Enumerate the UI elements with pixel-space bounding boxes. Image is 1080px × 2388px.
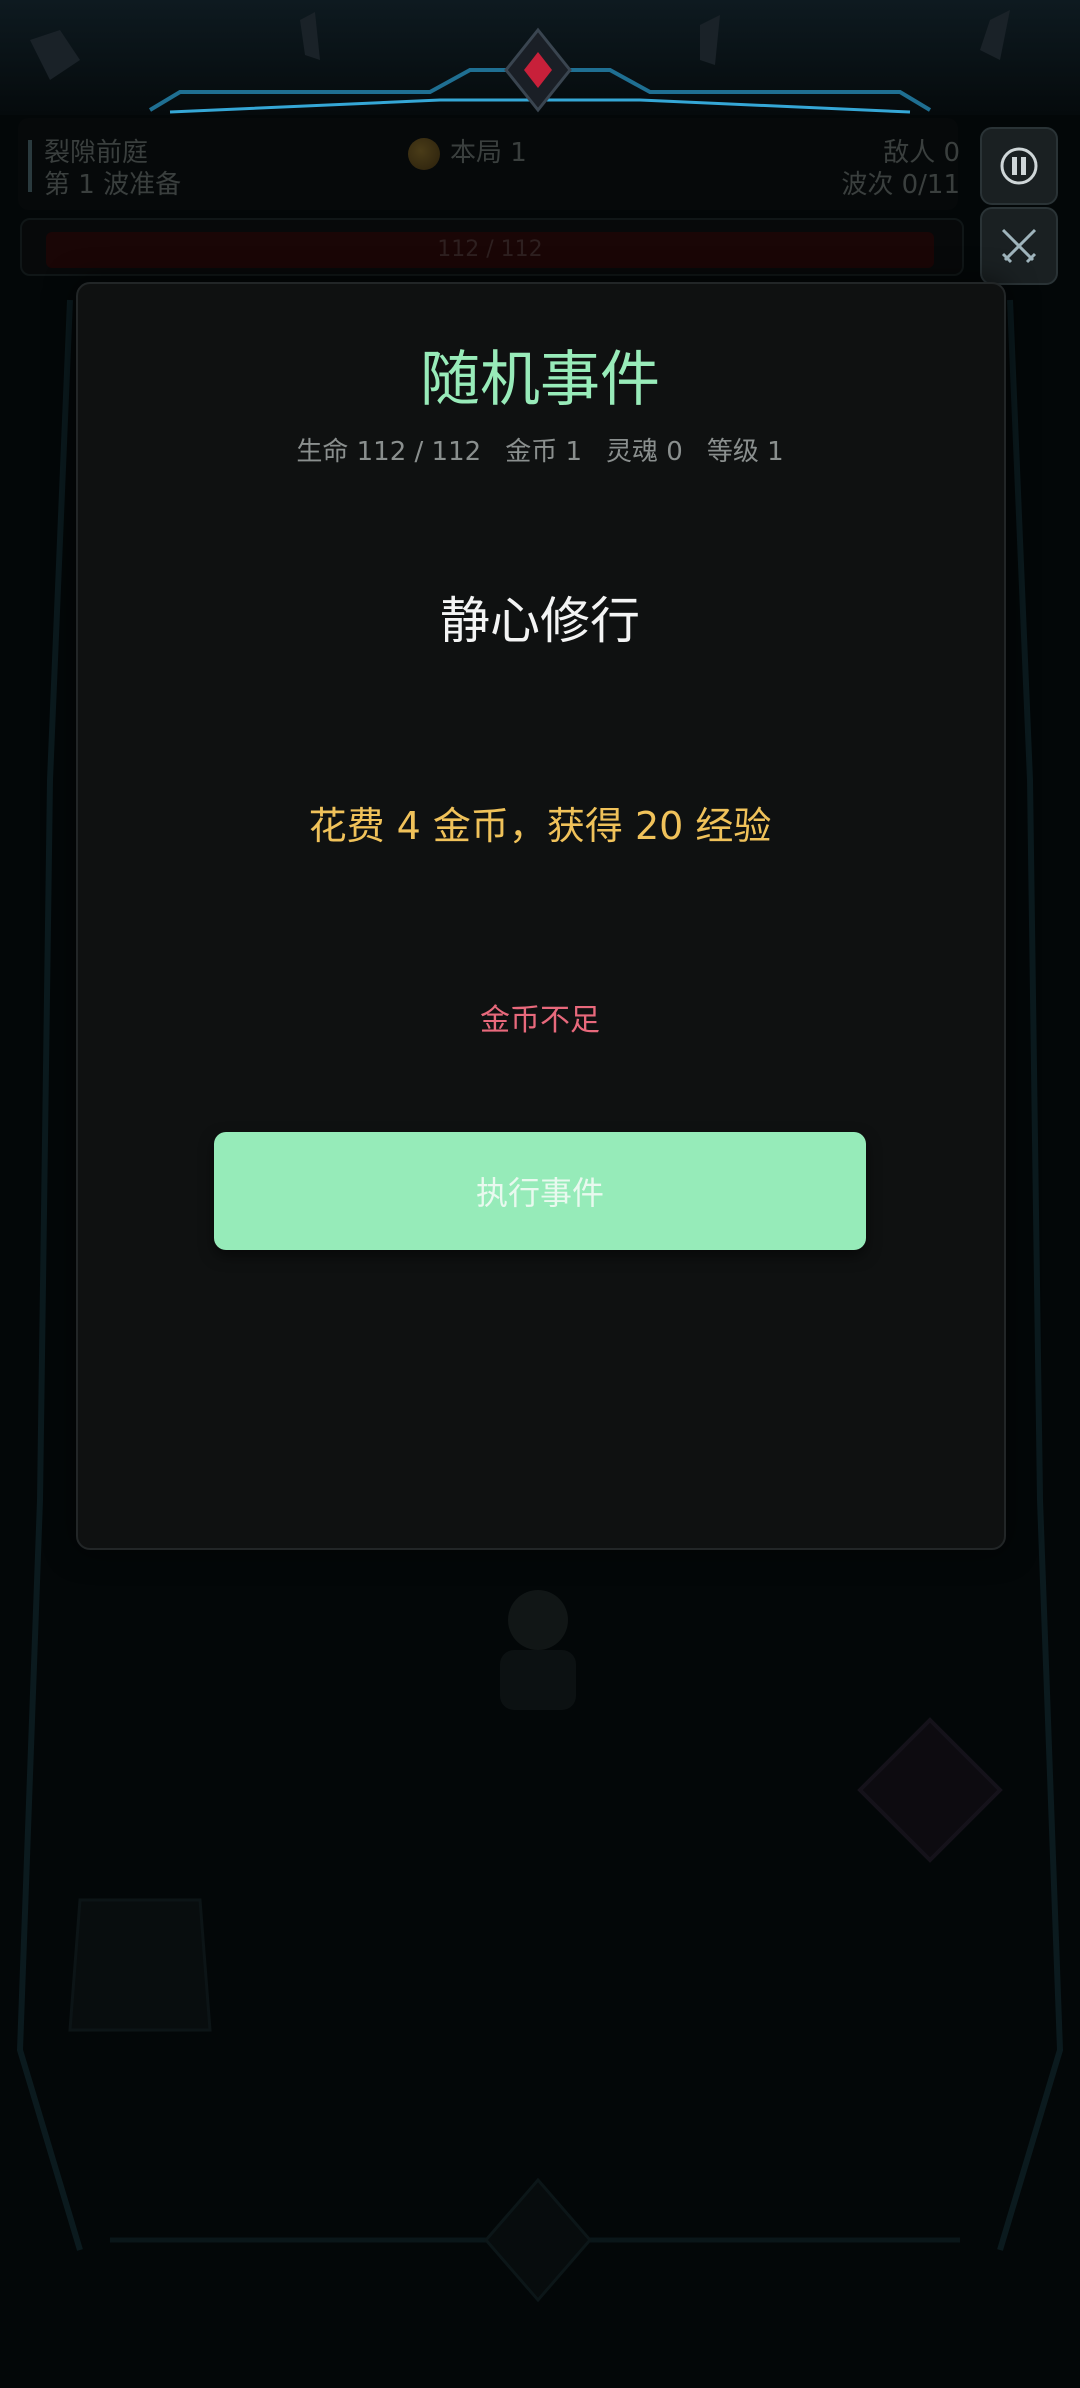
insufficient-gold-warning: 金币不足 [480, 1003, 600, 1038]
event-name: 静心修行 [440, 592, 640, 650]
event-description: 花费 4 金币，获得 20 经验 [308, 804, 772, 848]
pause-icon [1000, 147, 1038, 185]
stat-level: 等级 1 [706, 437, 784, 467]
wave-count: 波次 0/11 [841, 170, 960, 200]
coin-icon [408, 138, 440, 170]
crossed-swords-icon [1001, 228, 1037, 264]
hud-accent-line [28, 140, 32, 192]
modal-title: 随机事件 [420, 345, 660, 415]
execute-event-button[interactable]: 执行事件 [214, 1132, 866, 1250]
wave-status: 第 1 波准备 [44, 170, 182, 200]
stage-name: 裂隙前庭 [44, 138, 149, 168]
pause-button[interactable] [980, 127, 1058, 205]
hp-bar-text: 112 / 112 [437, 237, 543, 262]
player-stats: 生命 112 / 112 金币 1 灵魂 0 等级 1 [0, 434, 1080, 470]
enemy-count: 敌人 0 [883, 138, 960, 168]
battle-button[interactable] [980, 207, 1058, 285]
stat-soul: 灵魂 0 [606, 437, 683, 467]
random-event-modal [76, 282, 1006, 1550]
stat-gold: 金币 1 [505, 437, 582, 467]
round-gold: 本局 1 [450, 138, 527, 168]
stat-hp: 生命 112 / 112 [296, 437, 482, 467]
